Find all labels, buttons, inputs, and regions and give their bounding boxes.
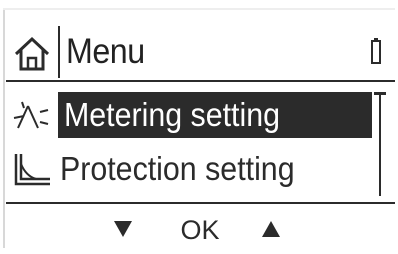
menu-item-protection-setting[interactable]: Protection setting (6, 142, 372, 196)
up-button[interactable] (256, 212, 286, 248)
metering-icon (12, 98, 52, 134)
menu-item-metering-setting[interactable]: Metering setting (6, 88, 372, 142)
triangle-down-icon (114, 221, 132, 237)
home-icon[interactable] (12, 34, 52, 74)
triangle-up-icon (262, 221, 280, 237)
header-separator (6, 80, 395, 82)
battery-icon (370, 38, 382, 64)
menu-item-label: Metering setting (58, 92, 372, 138)
scrollbar-track (379, 94, 381, 196)
down-button[interactable] (108, 212, 138, 248)
scrollbar-thumb[interactable] (374, 92, 386, 95)
menu-item-label: Protection setting (60, 150, 295, 187)
screen-frame-left (3, 8, 5, 248)
protection-icon (12, 152, 52, 188)
ok-button[interactable]: OK (174, 212, 226, 248)
page-title: Menu (66, 32, 145, 71)
footer-separator (6, 202, 395, 204)
lcd-screen: Menu Metering setting Protection setting… (0, 0, 398, 254)
header-divider (58, 26, 60, 78)
scrollbar[interactable] (372, 88, 388, 198)
screen-frame-top (3, 8, 395, 10)
